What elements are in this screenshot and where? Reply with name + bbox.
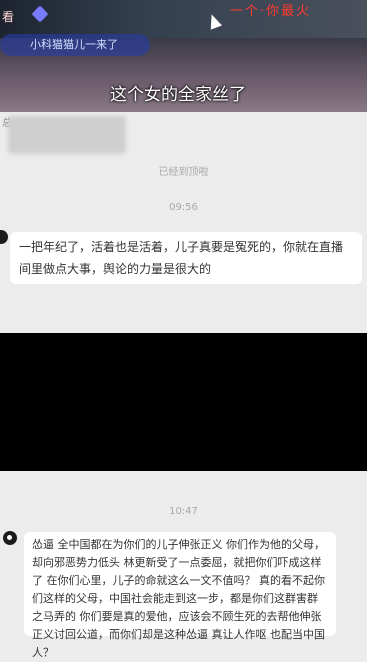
status-note: 已经到顶啦	[158, 167, 209, 178]
message-text: 怂逼 全中国都在为你们的儿子伸张正义 你们作为他的父母，却向邪恶势力低头 林更新…	[32, 538, 325, 659]
message-bubble-2[interactable]: 怂逼 全中国都在为你们的儿子伸张正义 你们作为他的父母，却向邪恶势力低头 林更新…	[24, 532, 336, 659]
avatar[interactable]	[3, 531, 17, 545]
video-subtitle: 这个女的全家丝了	[110, 85, 246, 105]
video-overlay-text: 看	[2, 10, 15, 24]
message-text: 一把年纪了，活着也是活着，儿子真要是冤死的，你就在直播间里做点大事，舆论的力量是…	[19, 240, 344, 276]
video-top-band	[0, 0, 367, 38]
black-band	[0, 333, 367, 471]
message-bubble-1[interactable]: 一把年纪了，活着也是活着，儿子真要是冤死的，你就在直播间里做点大事，舆论的力量是…	[10, 232, 362, 284]
avatar[interactable]	[0, 230, 8, 244]
timestamp: 10:47	[169, 506, 198, 517]
blurred-content	[8, 116, 126, 154]
video-join-pill: 小科猫猫儿一来了	[0, 34, 150, 56]
video-overlay-red-text: 一个·你最火	[230, 4, 312, 19]
timestamp: 09:56	[169, 202, 198, 213]
video-frame: 看 一个·你最火 小科猫猫儿一来了 这个女的全家丝了	[0, 0, 367, 112]
